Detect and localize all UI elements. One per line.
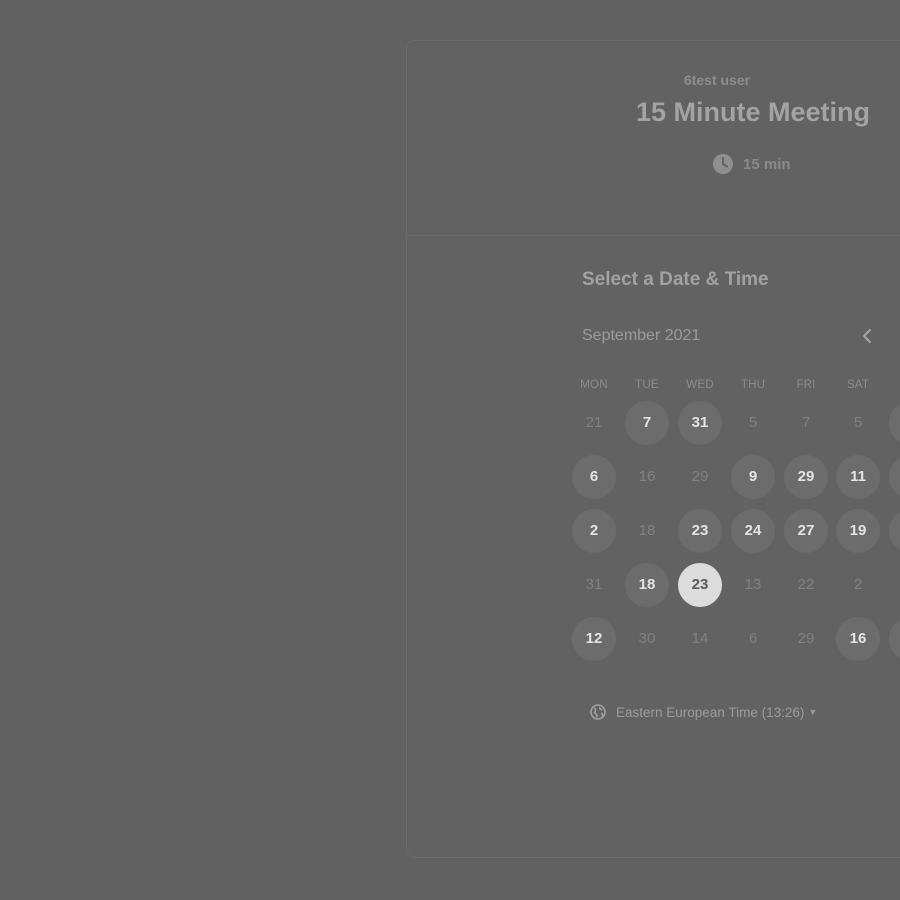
- timezone-selector[interactable]: Eastern European Time (13:26) ▼: [590, 704, 817, 720]
- event-header: 6test user 15 Minute Meeting 15 min: [407, 41, 900, 236]
- globe-icon: [590, 704, 606, 720]
- calendar-day: 7: [801, 414, 811, 431]
- calendar-day: 30: [638, 630, 656, 647]
- calendar-day: 29: [797, 630, 815, 647]
- calendar-day: 6: [748, 630, 758, 647]
- calendar-day: 22: [797, 576, 815, 593]
- calendar-day[interactable]: 23: [678, 509, 722, 553]
- duration-row: 15 min: [713, 154, 791, 174]
- calendar-day: 14: [691, 630, 709, 647]
- calendar-day[interactable]: 27: [784, 509, 828, 553]
- calendar-day[interactable]: 2: [572, 509, 616, 553]
- section-title: Select a Date & Time: [582, 269, 769, 290]
- calendar-day: 29: [691, 468, 709, 485]
- chevron-left-icon: [863, 329, 871, 343]
- calendar-day[interactable]: 29: [784, 455, 828, 499]
- calendar-day-selected[interactable]: 23: [678, 563, 722, 607]
- calendar-day[interactable]: 19: [836, 509, 880, 553]
- calendar-day: 21: [585, 414, 603, 431]
- duration-text: 15 min: [743, 155, 791, 173]
- weekday-label: MON: [580, 379, 608, 391]
- calendar-day[interactable]: 7: [625, 401, 669, 445]
- caret-down-icon: ▼: [808, 707, 818, 717]
- calendar-day[interactable]: 16: [836, 617, 880, 661]
- calendar-day[interactable]: [889, 455, 900, 499]
- weekday-label: WED: [686, 379, 714, 391]
- month-label: September 2021: [582, 327, 701, 344]
- weekday-label: S: [889, 379, 900, 391]
- calendar-day[interactable]: 9: [731, 455, 775, 499]
- calendar-day: [889, 563, 900, 607]
- host-name: 6test user: [683, 72, 751, 88]
- clock-icon: [713, 154, 733, 174]
- weekday-label: SAT: [846, 379, 870, 391]
- event-title: 15 Minute Meeting: [635, 97, 871, 127]
- calendar-day[interactable]: 12: [572, 617, 616, 661]
- weekday-label: FRI: [796, 379, 816, 391]
- calendar-day: 18: [638, 522, 656, 539]
- calendar-day[interactable]: 11: [836, 455, 880, 499]
- calendar-day: 2: [853, 576, 863, 593]
- calendar-day: 16: [638, 468, 656, 485]
- calendar-day: 13: [744, 576, 762, 593]
- calendar-day[interactable]: 18: [625, 563, 669, 607]
- calendar-day[interactable]: [889, 617, 900, 661]
- prev-month-button[interactable]: [857, 325, 879, 347]
- calendar-day: 5: [748, 414, 758, 431]
- booking-card: 6test user 15 Minute Meeting 15 min Sele…: [406, 40, 900, 858]
- calendar-day[interactable]: 6: [572, 455, 616, 499]
- weekday-label: THU: [740, 379, 766, 391]
- calendar-day[interactable]: [889, 509, 900, 553]
- calendar-day: 31: [585, 576, 603, 593]
- calendar-day[interactable]: 24: [731, 509, 775, 553]
- weekday-label: TUE: [635, 379, 659, 391]
- calendar-day[interactable]: [889, 401, 900, 445]
- calendar-day: 5: [853, 414, 863, 431]
- calendar-day[interactable]: 31: [678, 401, 722, 445]
- timezone-label: Eastern European Time (13:26): [616, 704, 805, 720]
